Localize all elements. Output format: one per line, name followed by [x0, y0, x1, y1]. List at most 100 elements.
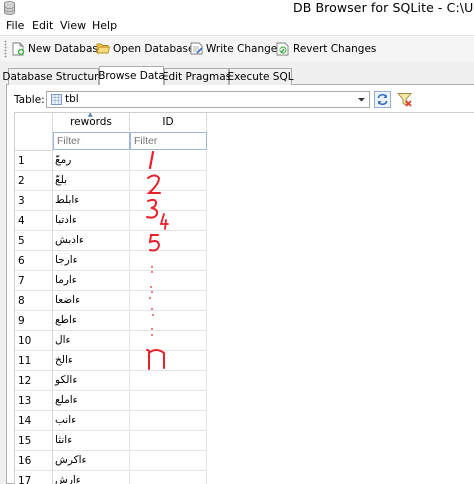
tab-browse-data[interactable]: Browse Data — [98, 66, 165, 85]
cell-id[interactable] — [130, 311, 207, 331]
row-number[interactable]: 9 — [15, 311, 53, 331]
cell-id[interactable] — [130, 451, 207, 471]
cell-rewords[interactable]: ءادتبا — [53, 211, 130, 231]
cell-rewords[interactable]: ءادبش — [53, 231, 130, 251]
row-number[interactable]: 12 — [15, 371, 53, 391]
table-row[interactable]: 2 بلعّ — [15, 171, 207, 191]
tab-edit-pragmas[interactable]: Edit Pragmas — [162, 68, 231, 85]
cell-id[interactable] — [130, 391, 207, 411]
table-select[interactable]: tbl — [46, 91, 370, 108]
table-label: Table: — [14, 94, 45, 106]
new-database-label: New Database — [28, 42, 105, 55]
open-database-button[interactable]: Open Database — [96, 39, 194, 58]
cell-id[interactable] — [130, 411, 207, 431]
cell-rewords[interactable]: ءابلط — [53, 191, 130, 211]
cell-id[interactable] — [130, 171, 207, 191]
row-number[interactable]: 4 — [15, 211, 53, 231]
grid-corner[interactable] — [15, 113, 53, 151]
table-row[interactable]: 13 ءاملع — [15, 391, 207, 411]
table-row[interactable]: 7 ءارما — [15, 271, 207, 291]
table-row[interactable]: 6 ءارجا — [15, 251, 207, 271]
menu-help[interactable]: Help — [92, 19, 117, 32]
cell-id[interactable] — [130, 251, 207, 271]
cell-rewords[interactable]: ءارجا — [53, 251, 130, 271]
table-row[interactable]: 12 ءالكو — [15, 371, 207, 391]
table-row[interactable]: 10 ءال — [15, 331, 207, 351]
row-number[interactable]: 17 — [15, 471, 53, 484]
filter-rewords-input[interactable] — [53, 132, 130, 150]
main-toolbar: New Database Open Database Write Changes… — [0, 36, 474, 61]
revert-changes-button[interactable]: Revert Changes — [276, 39, 376, 58]
cell-rewords[interactable]: ءاكرش — [53, 451, 130, 471]
table-row[interactable]: 5 ءادبش — [15, 231, 207, 251]
row-number[interactable]: 2 — [15, 171, 53, 191]
column-header-rewords[interactable]: ▲ rewords — [53, 113, 130, 131]
tab-database-structure[interactable]: Database Structure — [2, 68, 105, 85]
window-title: DB Browser for SQLite - C:\Us — [293, 0, 474, 15]
sort-ascending-icon: ▲ — [88, 112, 93, 118]
row-number[interactable]: 15 — [15, 431, 53, 451]
database-app-icon — [4, 1, 15, 15]
revert-changes-icon — [276, 42, 289, 55]
write-changes-label: Write Changes — [206, 42, 283, 55]
row-number[interactable]: 16 — [15, 451, 53, 471]
table-row[interactable]: 11 ءالخ — [15, 351, 207, 371]
cell-id[interactable] — [130, 331, 207, 351]
row-number[interactable]: 1 — [15, 151, 53, 171]
menu-edit[interactable]: Edit — [32, 19, 53, 32]
data-grid: ▲ rewords ID 1رمعّ2بلعّ3ءابلط4ءادتبا5ءاد… — [14, 112, 474, 484]
clear-filters-icon[interactable] — [396, 91, 413, 108]
write-changes-button[interactable]: Write Changes — [190, 39, 283, 58]
cell-id[interactable] — [130, 211, 207, 231]
row-number[interactable]: 13 — [15, 391, 53, 411]
table-row[interactable]: 4 ءادتبا — [15, 211, 207, 231]
cell-rewords[interactable]: رمعّ — [53, 151, 130, 171]
cell-rewords[interactable]: ءانثا — [53, 431, 130, 451]
cell-id[interactable] — [130, 471, 207, 484]
cell-rewords[interactable]: ءارش — [53, 471, 130, 484]
cell-id[interactable] — [130, 371, 207, 391]
cell-id[interactable] — [130, 291, 207, 311]
table-row[interactable]: 1 رمعّ — [15, 151, 207, 171]
row-number[interactable]: 3 — [15, 191, 53, 211]
cell-rewords[interactable]: ءانب — [53, 411, 130, 431]
row-number[interactable]: 11 — [15, 351, 53, 371]
table-row[interactable]: 14 ءانب — [15, 411, 207, 431]
cell-rewords[interactable]: ءالكو — [53, 371, 130, 391]
new-database-button[interactable]: New Database — [12, 39, 104, 58]
cell-rewords[interactable]: ءاضعا — [53, 291, 130, 311]
refresh-icon[interactable] — [374, 91, 391, 108]
cell-rewords[interactable]: ءارما — [53, 271, 130, 291]
toolbar-grip[interactable] — [4, 40, 7, 58]
row-number[interactable]: 8 — [15, 291, 53, 311]
cell-id[interactable] — [130, 231, 207, 251]
open-folder-icon — [96, 43, 110, 54]
cell-id[interactable] — [130, 191, 207, 211]
cell-rewords[interactable]: ءالخ — [53, 351, 130, 371]
table-row[interactable]: 17 ءارش — [15, 471, 207, 484]
cell-id[interactable] — [130, 351, 207, 371]
column-header-id[interactable]: ID — [130, 113, 207, 131]
cell-id[interactable] — [130, 271, 207, 291]
table-row[interactable]: 16 ءاكرش — [15, 451, 207, 471]
row-number[interactable]: 10 — [15, 331, 53, 351]
table-row[interactable]: 8 ءاضعا — [15, 291, 207, 311]
row-number[interactable]: 5 — [15, 231, 53, 251]
table-row[interactable]: 3 ءابلط — [15, 191, 207, 211]
cell-id[interactable] — [130, 151, 207, 171]
menu-view[interactable]: View — [60, 19, 86, 32]
table-name: tbl — [65, 93, 79, 105]
cell-id[interactable] — [130, 431, 207, 451]
row-number[interactable]: 6 — [15, 251, 53, 271]
cell-rewords[interactable]: ءاملع — [53, 391, 130, 411]
cell-rewords[interactable]: ءال — [53, 331, 130, 351]
tab-execute-sql[interactable]: Execute SQL — [227, 68, 294, 85]
menu-file[interactable]: File — [6, 19, 24, 32]
row-number[interactable]: 14 — [15, 411, 53, 431]
filter-id-input[interactable] — [130, 132, 207, 150]
table-row[interactable]: 15 ءانثا — [15, 431, 207, 451]
cell-rewords[interactable]: ءاطع — [53, 311, 130, 331]
row-number[interactable]: 7 — [15, 271, 53, 291]
cell-rewords[interactable]: بلعّ — [53, 171, 130, 191]
table-row[interactable]: 9 ءاطع — [15, 311, 207, 331]
